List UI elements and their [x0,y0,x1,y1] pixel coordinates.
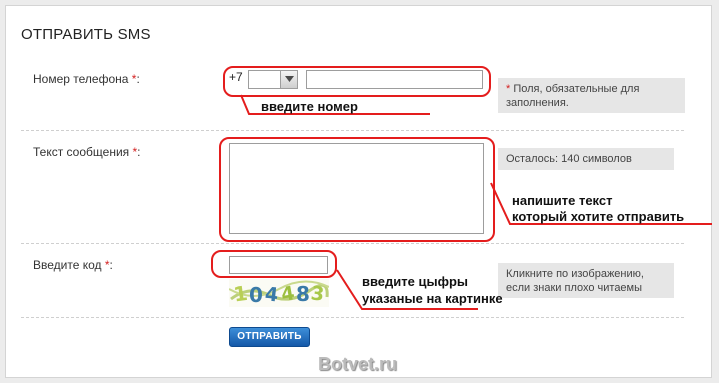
phone-annotation: введите номер [261,99,358,114]
captcha-annotation-line2: указаные на картинке [362,291,503,306]
watermark: Botvet.ru [318,354,398,374]
message-annotation-line1: напишите текст [512,193,613,208]
captcha-annotation-line1: введите цыфры [362,274,469,289]
message-annotation-line2: который хотите отправить [512,209,685,224]
